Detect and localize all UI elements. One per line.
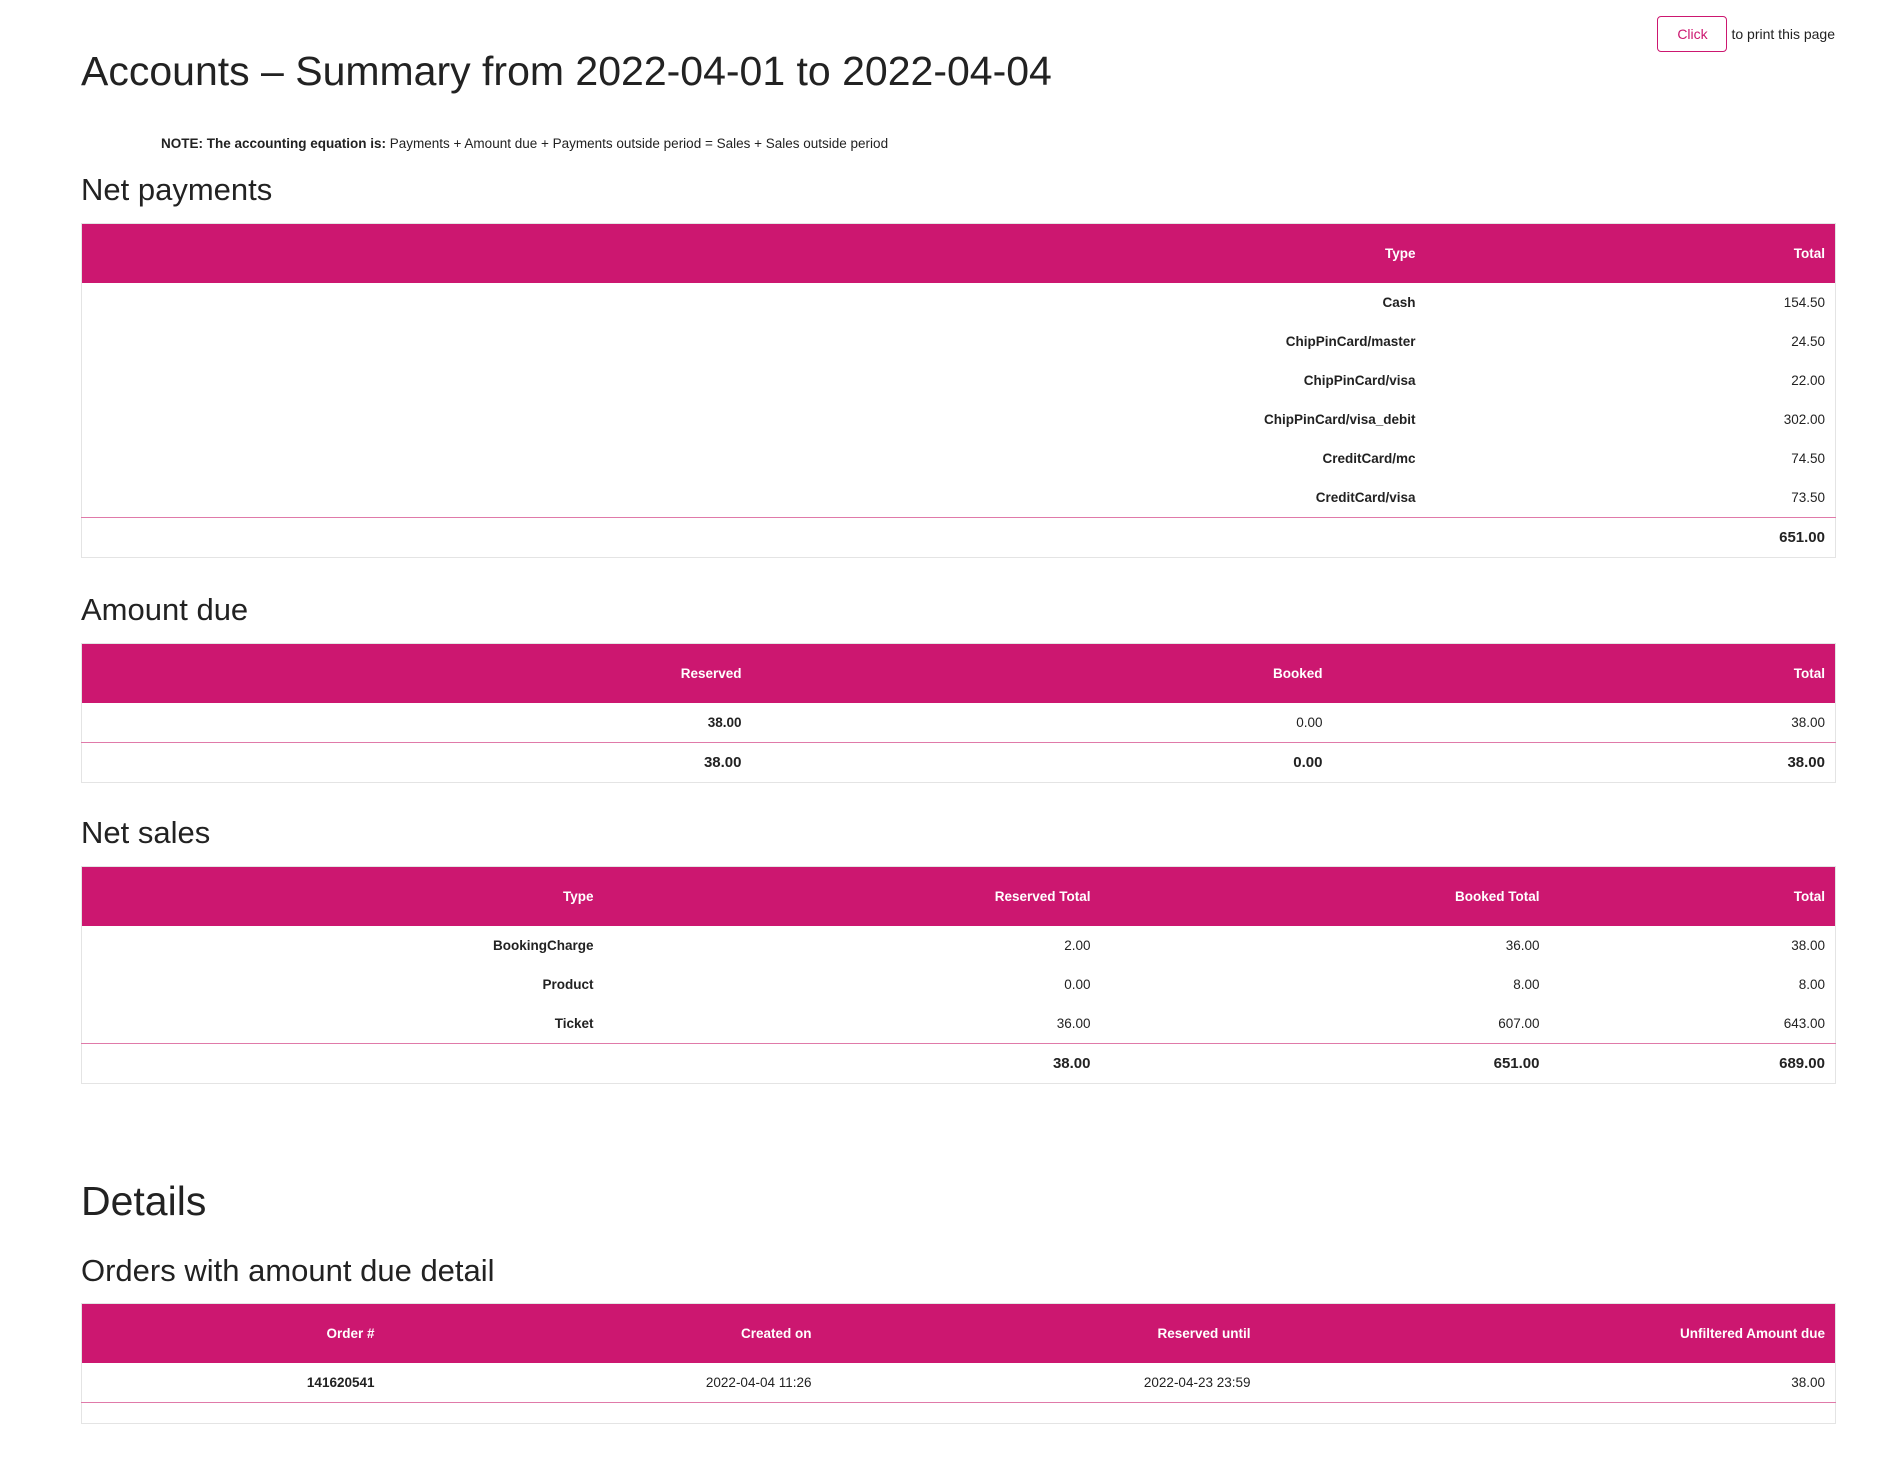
row-total: 38.00: [1791, 938, 1825, 953]
payment-total: 154.50: [1783, 295, 1825, 310]
column-header-total[interactable]: Total: [1426, 224, 1836, 284]
table-header-row: Type Reserved Total Booked Total Total: [81, 866, 1836, 927]
totals-row: 38.00 651.00 689.00: [81, 1043, 1836, 1084]
accounting-note: NOTE: The accounting equation is: Paymen…: [161, 136, 888, 151]
table-row: 38.00 0.00 38.00: [82, 703, 1836, 743]
amount-due: 38.00: [1791, 1375, 1825, 1390]
payment-total: 24.50: [1791, 334, 1825, 349]
column-header-reserved[interactable]: Reserved: [82, 644, 752, 704]
reserved-until: 2022-04-23 23:59: [1143, 1375, 1251, 1390]
column-header-order[interactable]: Order #: [82, 1304, 385, 1364]
booked-grand-total: 651.00: [1100, 1043, 1550, 1084]
footer-cell: [1260, 1402, 1836, 1424]
booked-total: 0.00: [751, 742, 1333, 783]
page-title: Accounts – Summary from 2022-04-01 to 20…: [81, 48, 1052, 94]
totals-spacer: [81, 517, 1426, 558]
column-header-type[interactable]: Type: [82, 867, 604, 927]
row-total: 8.00: [1798, 977, 1825, 992]
print-button[interactable]: Click: [1657, 16, 1728, 52]
reserved-grand-total: 38.00: [603, 1043, 1101, 1084]
column-header-booked[interactable]: Booked: [752, 644, 1333, 704]
sales-grand-total: 689.00: [1549, 1043, 1836, 1084]
row-total: 643.00: [1783, 1016, 1825, 1031]
reserved-total: 36.00: [1056, 1016, 1091, 1031]
payment-total: 22.00: [1791, 373, 1825, 388]
footer-cell: [821, 1402, 1261, 1424]
amount-due-heading: Amount due: [81, 592, 249, 627]
details-heading: Details: [81, 1178, 207, 1224]
table-row: ChipPinCard/visa 22.00: [82, 361, 1836, 400]
table-header-row: Order # Created on Reserved until Unfilt…: [81, 1303, 1836, 1364]
payments-grand-total: 651.00: [1425, 517, 1836, 558]
amount-due-table: Reserved Booked Total 38.00 0.00 38.00 3…: [81, 643, 1836, 783]
orders-table: Order # Created on Reserved until Unfilt…: [81, 1303, 1836, 1424]
table-row: Product 0.00 8.00 8.00: [82, 965, 1836, 1004]
totals-spacer: [81, 1043, 604, 1084]
booked-total: 36.00: [1505, 938, 1540, 953]
payment-total: 302.00: [1783, 412, 1825, 427]
column-header-total[interactable]: Total: [1333, 644, 1836, 704]
total-value: 38.00: [1791, 715, 1825, 730]
payment-type: ChipPinCard/master: [1285, 334, 1416, 349]
net-sales-heading: Net sales: [81, 815, 211, 850]
column-header-type[interactable]: Type: [82, 224, 1426, 284]
payment-type: Cash: [1382, 295, 1416, 310]
payment-type: ChipPinCard/visa: [1303, 373, 1416, 388]
footer-cell: [81, 1402, 385, 1424]
column-header-created-on[interactable]: Created on: [385, 1304, 822, 1364]
table-header-row: Reserved Booked Total: [81, 643, 1836, 704]
table-header-row: Type Total: [81, 223, 1836, 284]
booked-value: 0.00: [1296, 715, 1323, 730]
table-row: Ticket 36.00 607.00 643.00: [82, 1004, 1836, 1044]
payment-total: 74.50: [1791, 451, 1825, 466]
orders-heading: Orders with amount due detail: [81, 1253, 495, 1288]
booked-total: 607.00: [1498, 1016, 1540, 1031]
net-sales-table: Type Reserved Total Booked Total Total B…: [81, 866, 1836, 1084]
note-text: Payments + Amount due + Payments outside…: [386, 136, 889, 151]
print-hint: to print this page: [1731, 26, 1835, 42]
reserved-total: 0.00: [1064, 977, 1091, 992]
note-label: NOTE: The accounting equation is:: [161, 136, 387, 151]
sales-type: Ticket: [554, 1016, 594, 1031]
sales-type: Product: [542, 977, 594, 992]
payment-type: ChipPinCard/visa_debit: [1263, 412, 1416, 427]
table-row: Cash 154.50: [82, 283, 1836, 322]
column-header-booked-total[interactable]: Booked Total: [1101, 867, 1550, 927]
column-header-reserved-until[interactable]: Reserved until: [822, 1304, 1261, 1364]
reserved-total: 38.00: [81, 742, 752, 783]
reserved-value: 38.00: [707, 715, 742, 730]
net-payments-table: Type Total Cash 154.50 ChipPinCard/master…: [81, 223, 1836, 558]
booked-total: 8.00: [1513, 977, 1540, 992]
column-header-amount-due[interactable]: Unfiltered Amount due: [1261, 1304, 1836, 1364]
table-row: BookingCharge 2.00 36.00 38.00: [82, 926, 1836, 965]
table-row: 141620541 2022-04-04 11:26 2022-04-23 23…: [82, 1363, 1836, 1403]
table-row: ChipPinCard/master 24.50: [82, 322, 1836, 361]
order-number[interactable]: 141620541: [82, 1363, 385, 1403]
payment-type: CreditCard/visa: [1315, 490, 1416, 505]
payment-total: 73.50: [1791, 490, 1825, 505]
grand-total: 38.00: [1332, 742, 1836, 783]
table-row: CreditCard/mc 74.50: [82, 439, 1836, 478]
column-header-total[interactable]: Total: [1550, 867, 1836, 927]
totals-row: 38.00 0.00 38.00: [81, 742, 1836, 783]
print-bar: Click to print this page: [1657, 16, 1835, 52]
created-on: 2022-04-04 11:26: [705, 1375, 812, 1390]
table-row: CreditCard/visa 73.50: [82, 478, 1836, 518]
sales-type: BookingCharge: [492, 938, 594, 953]
reserved-total: 2.00: [1064, 938, 1091, 953]
table-footer-row: [81, 1402, 1836, 1424]
table-row: ChipPinCard/visa_debit 302.00: [82, 400, 1836, 439]
payment-type: CreditCard/mc: [1322, 451, 1416, 466]
footer-cell: [384, 1402, 822, 1424]
net-payments-heading: Net payments: [81, 172, 273, 207]
totals-row: 651.00: [81, 517, 1836, 558]
column-header-reserved-total[interactable]: Reserved Total: [604, 867, 1101, 927]
